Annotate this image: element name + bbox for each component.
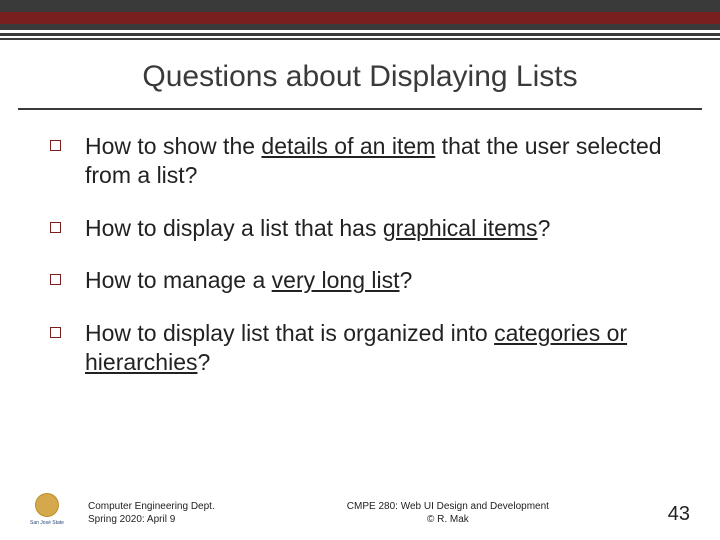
bullet-icon xyxy=(50,222,61,233)
footer-left: Computer Engineering Dept. Spring 2020: … xyxy=(88,500,248,526)
bullet-text: How to display a list that has graphical… xyxy=(85,214,550,243)
footer: San José State Computer Engineering Dept… xyxy=(0,492,720,526)
bullet-icon xyxy=(50,327,61,338)
bullet-text: How to manage a very long list? xyxy=(85,266,412,295)
list-item: How to show the details of an item that … xyxy=(50,132,690,190)
decorative-top-bars xyxy=(0,0,720,40)
bullet-icon xyxy=(50,274,61,285)
list-item: How to display a list that has graphical… xyxy=(50,214,690,243)
footer-center: CMPE 280: Web UI Design and Development … xyxy=(248,500,648,526)
bullet-icon xyxy=(50,140,61,151)
sjsu-logo-icon: San José State xyxy=(30,492,64,526)
title-area: Questions about Displaying Lists xyxy=(0,40,720,102)
page-number: 43 xyxy=(668,503,690,526)
bullet-text: How to show the details of an item that … xyxy=(85,132,665,190)
bullet-list: How to show the details of an item that … xyxy=(0,110,720,377)
list-item: How to display list that is organized in… xyxy=(50,319,690,377)
slide-title: Questions about Displaying Lists xyxy=(40,60,680,94)
list-item: How to manage a very long list? xyxy=(50,266,690,295)
bullet-text: How to display list that is organized in… xyxy=(85,319,665,377)
